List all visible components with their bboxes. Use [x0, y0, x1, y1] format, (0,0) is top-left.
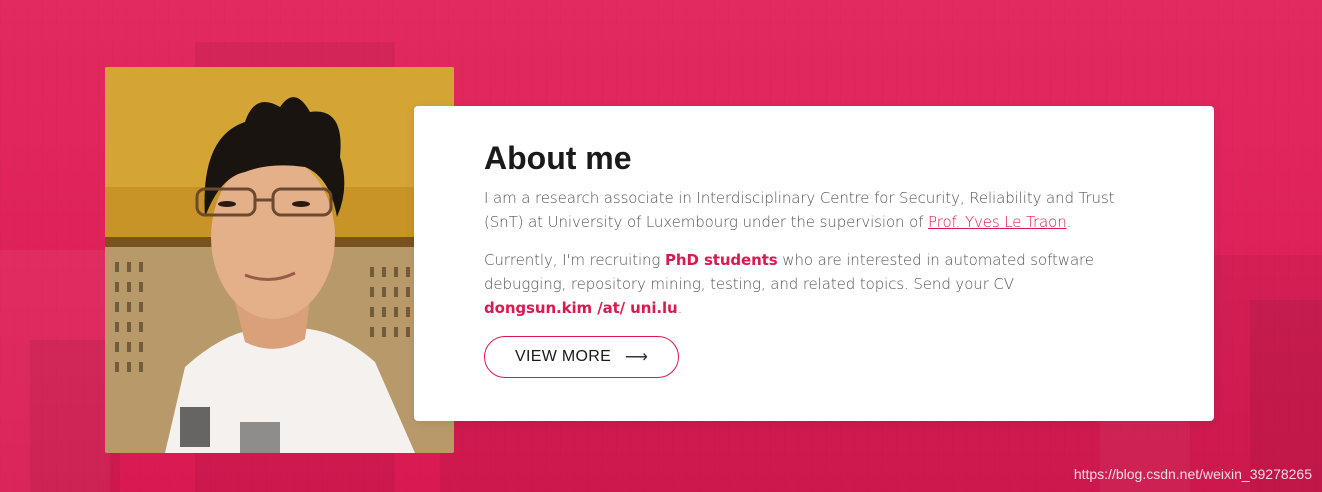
phd-students-highlight: PhD students — [665, 251, 778, 269]
watermark-url: https://blog.csdn.net/weixin_39278265 — [1073, 466, 1312, 482]
about-paragraph-recruiting: Currently, I'm recruiting PhD students w… — [484, 248, 1124, 320]
profile-photo — [105, 67, 454, 453]
about-title: About me — [484, 140, 632, 176]
about-content: About me I am a research associate in In… — [484, 138, 1124, 378]
about-card: About me I am a research associate in In… — [414, 106, 1214, 421]
arrow-right-icon: ⟶ — [625, 349, 649, 366]
contact-email: dongsun.kim /at/ uni.lu — [484, 299, 678, 317]
recruiting-text-end: . — [677, 299, 683, 317]
intro-end: . — [1066, 213, 1072, 231]
recruiting-text-start: Currently, I'm recruiting — [484, 251, 665, 269]
view-more-button[interactable]: VIEW MORE ⟶ — [484, 336, 680, 378]
profile-photo-illustration — [105, 67, 454, 453]
supervisor-link[interactable]: Prof. Yves Le Traon — [928, 213, 1067, 231]
background-building — [1250, 300, 1322, 492]
view-more-label: VIEW MORE — [515, 348, 612, 365]
about-paragraph-intro: I am a research associate in Interdiscip… — [484, 186, 1124, 234]
